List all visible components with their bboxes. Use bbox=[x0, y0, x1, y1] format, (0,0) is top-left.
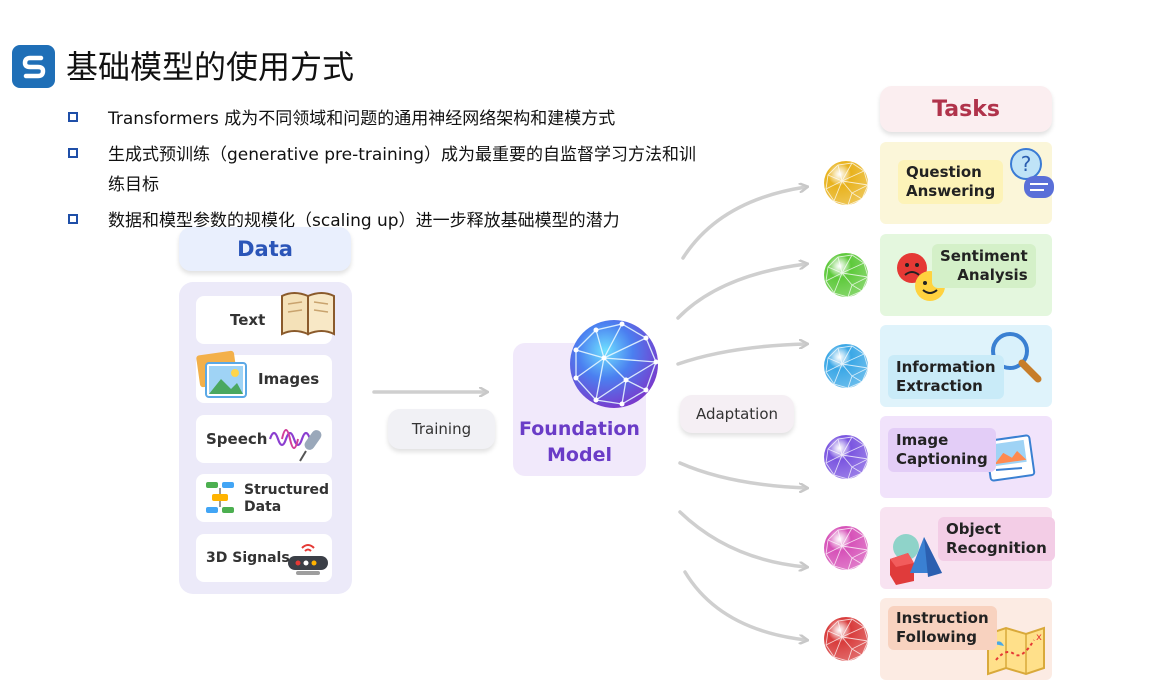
data-card-label-line: Data bbox=[244, 499, 282, 515]
task-label-line: Answering bbox=[906, 182, 996, 200]
task-label: Image Captioning bbox=[888, 428, 996, 472]
data-card-images: Images bbox=[196, 350, 332, 403]
task-card-instruction-following: x Instruction Following bbox=[880, 598, 1052, 680]
data-card-label: Images bbox=[258, 370, 320, 388]
data-card-label: Structured Data bbox=[244, 482, 329, 516]
foundation-model-label: Foundation Model bbox=[513, 416, 646, 468]
adapt-arrow-1 bbox=[681, 187, 806, 260]
foundation-label-line: Foundation bbox=[519, 418, 640, 440]
task-label-line: Question bbox=[906, 163, 982, 181]
flowchart-icon bbox=[206, 482, 234, 513]
adapt-arrow-6 bbox=[683, 570, 806, 640]
training-label: Training bbox=[388, 409, 495, 449]
microphone-wave-icon bbox=[268, 429, 322, 462]
adaptation-label: Adaptation bbox=[680, 395, 794, 433]
task-label-line: Image bbox=[896, 431, 949, 449]
task-label: Information Extraction bbox=[888, 355, 1004, 399]
adapt-arrow-2 bbox=[676, 264, 806, 320]
task-label: Sentiment Analysis bbox=[932, 244, 1036, 288]
svg-text:?: ? bbox=[1021, 152, 1032, 176]
tasks-header: Tasks bbox=[880, 86, 1052, 132]
3d-shapes-icon bbox=[890, 534, 942, 585]
sensor-device-icon bbox=[288, 544, 328, 575]
adapt-arrow-3 bbox=[676, 344, 806, 366]
question-chat-icon: ? bbox=[1010, 148, 1054, 198]
task-label-line: Object bbox=[946, 520, 1001, 538]
task-label-line: Extraction bbox=[896, 377, 983, 395]
data-card-label: Text bbox=[230, 311, 266, 329]
data-card-label: 3D Signals bbox=[206, 550, 290, 566]
book-icon bbox=[281, 292, 335, 336]
task-icon-wrapper: ? bbox=[1008, 146, 1056, 206]
task-label: Question Answering bbox=[898, 160, 1004, 204]
task-card-image-captioning: Image Captioning bbox=[880, 416, 1052, 498]
data-card-label-line: Structured bbox=[244, 482, 330, 498]
globe-orb-icon bbox=[824, 526, 869, 571]
task-label-line: Recognition bbox=[946, 539, 1047, 557]
adapt-arrow-4 bbox=[678, 461, 806, 488]
photos-icon bbox=[196, 350, 247, 398]
foundation-globe-icon bbox=[570, 320, 659, 408]
task-label: Instruction Following bbox=[888, 606, 997, 650]
data-header: Data bbox=[179, 227, 351, 271]
adapt-arrow-5 bbox=[678, 510, 806, 567]
data-card-3d-signals: 3D Signals bbox=[196, 534, 332, 582]
globe-orb-icon bbox=[824, 617, 869, 662]
task-card-question-answering: ? Question Answering bbox=[880, 142, 1054, 224]
task-label: Object Recognition bbox=[938, 517, 1055, 561]
task-card-object-recognition: Object Recognition bbox=[880, 507, 1055, 589]
task-label-line: Following bbox=[896, 628, 977, 646]
globe-orb-icon bbox=[824, 161, 869, 206]
globe-orb-icon bbox=[824, 253, 869, 298]
task-card-sentiment-analysis: Sentiment Analysis bbox=[880, 234, 1052, 316]
data-card-text: Text bbox=[196, 292, 335, 344]
task-label-line: Analysis bbox=[957, 266, 1028, 284]
task-label-line: Instruction bbox=[896, 609, 989, 627]
data-card-structured: Structured Data bbox=[196, 474, 332, 522]
globe-orb-icon bbox=[824, 344, 869, 389]
task-label-line: Captioning bbox=[896, 450, 988, 468]
foundation-label-line: Model bbox=[547, 444, 612, 466]
task-card-information-extraction: Information Extraction bbox=[880, 325, 1052, 407]
svg-text:x: x bbox=[1036, 632, 1042, 643]
data-card-speech: Speech bbox=[196, 415, 332, 463]
task-label-line: Sentiment bbox=[940, 247, 1028, 265]
data-card-label: Speech bbox=[206, 430, 268, 448]
task-label-line: Information bbox=[896, 358, 996, 376]
globe-orb-icon bbox=[824, 435, 869, 480]
task-icon-wrapper bbox=[884, 529, 944, 589]
